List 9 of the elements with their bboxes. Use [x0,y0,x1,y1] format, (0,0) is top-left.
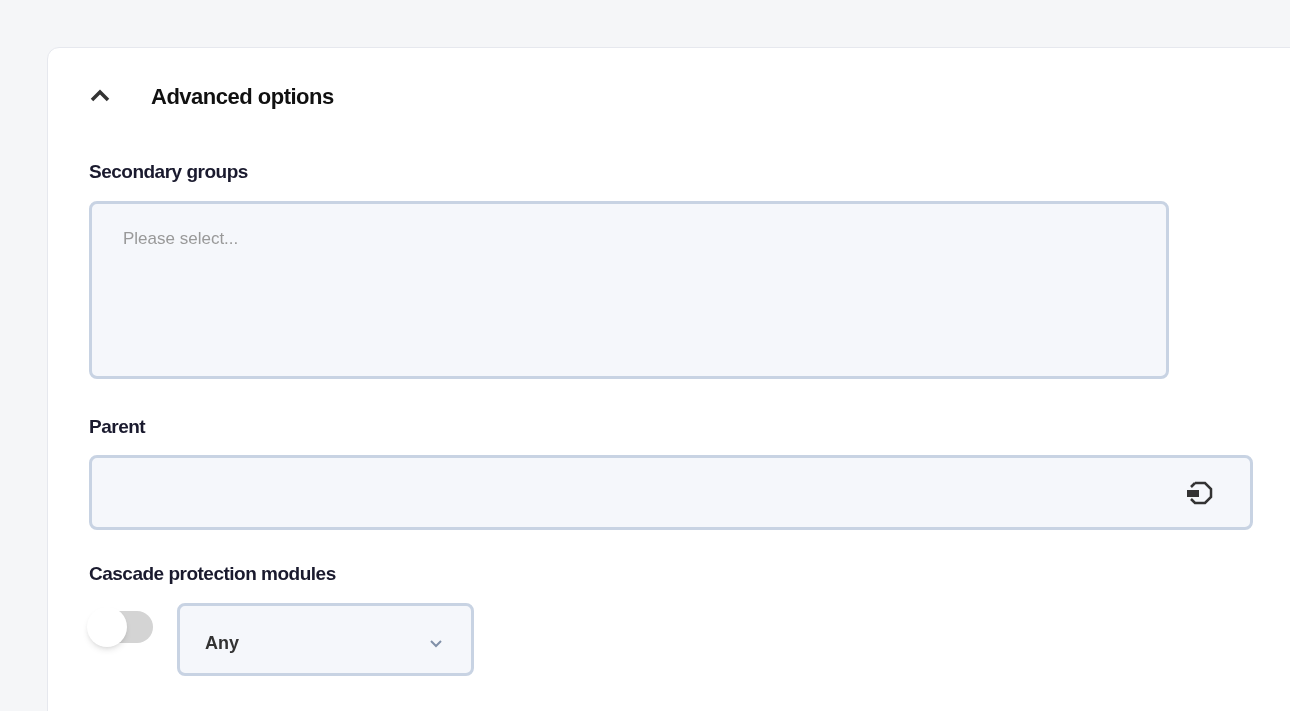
field-label: Cascade protection modules [89,562,337,586]
chevron-icon [89,89,111,103]
field-label: Parent [89,414,147,439]
parent-field[interactable] [89,455,1253,530]
chevron-down-icon [429,638,443,648]
secondary-groups-field[interactable]: Please select... [89,200,1169,379]
section-header[interactable]: Advanced options [89,74,334,118]
any-select[interactable]: Any [177,602,474,676]
field-label: Secondary groups [89,160,249,184]
